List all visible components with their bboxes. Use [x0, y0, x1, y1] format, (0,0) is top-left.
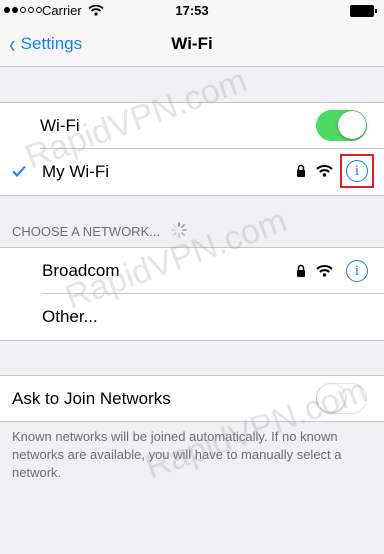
section-header-label: CHOOSE A NETWORK...	[12, 224, 161, 239]
wifi-group: Wi-Fi My Wi-Fi i	[0, 102, 384, 196]
loading-spinner-icon	[171, 222, 187, 238]
other-network-label: Other...	[42, 307, 98, 326]
battery-icon	[350, 5, 377, 17]
ask-to-join-row: Ask to Join Networks	[0, 376, 384, 421]
lock-icon	[297, 264, 305, 277]
wifi-toggle[interactable]	[316, 110, 367, 141]
other-network-row[interactable]: Other...	[0, 294, 384, 339]
footer-note: Known networks will be joined automatica…	[12, 429, 342, 480]
navigation-bar: ‹ Settings Wi-Fi	[0, 22, 384, 67]
highlight-box	[340, 154, 374, 188]
networks-group: Broadcom i Other...	[0, 247, 384, 341]
status-time: 17:53	[175, 3, 209, 18]
network-info-icon[interactable]: i	[346, 260, 368, 282]
checkmark-icon	[12, 165, 26, 177]
ask-to-join-label: Ask to Join Networks	[12, 389, 171, 408]
network-name: Broadcom	[42, 261, 120, 280]
wifi-signal-icon	[316, 165, 333, 177]
network-row[interactable]: Broadcom i	[0, 248, 384, 293]
wifi-toggle-row: Wi-Fi	[0, 103, 384, 148]
wifi-signal-icon	[316, 265, 333, 277]
wifi-toggle-label: Wi-Fi	[40, 116, 80, 135]
choose-network-header: CHOOSE A NETWORK...	[12, 224, 160, 239]
connected-network-name: My Wi-Fi	[42, 162, 110, 181]
status-bar: Carrier 17:53	[0, 0, 384, 22]
page-title: Wi-Fi	[171, 34, 213, 53]
connected-network-row[interactable]: My Wi-Fi i	[0, 149, 384, 194]
lock-icon	[297, 164, 305, 177]
ask-to-join-toggle[interactable]	[316, 383, 367, 414]
ask-to-join-group: Ask to Join Networks	[0, 375, 384, 422]
